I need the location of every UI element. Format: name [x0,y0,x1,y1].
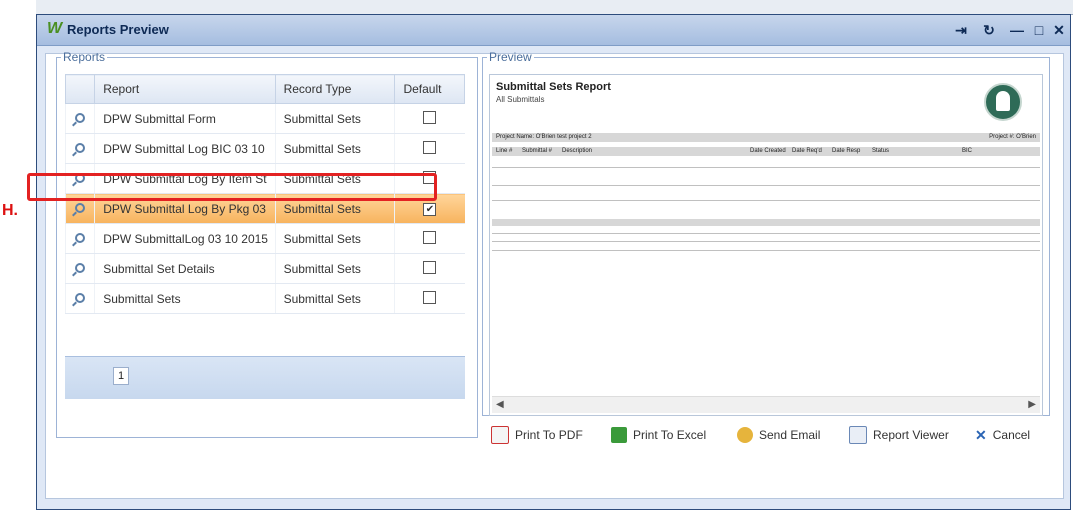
table-row[interactable]: Submittal Sets Submittal Sets [64,283,465,314]
default-checkbox[interactable] [423,260,437,274]
title-bar: W Reports Preview ⇥ ↻ — □ ✕ [37,15,1070,46]
report-name-cell: Submittal Sets [94,283,276,314]
send-email-button[interactable]: Send Email [737,423,820,447]
col-bic: BIC [962,148,973,154]
record-type-cell: Submittal Sets [274,223,395,254]
report-name-cell: DPW SubmittalLog 03 10 2015 [94,223,276,254]
report-rule [492,233,1040,234]
preview-magnifier-icon[interactable] [64,133,95,164]
reports-preview-window: W Reports Preview ⇥ ↻ — □ ✕ Reports Repo… [36,14,1071,510]
email-icon [737,427,753,443]
pin-icon[interactable]: ⇥ [952,21,970,39]
default-checkbox[interactable]: ✔ [423,203,437,216]
col-date-created: Date Created [750,148,786,154]
report-name-cell: DPW Submittal Log BIC 03 10 [94,133,276,164]
icon-column-header [64,74,96,104]
project-number-value: O'Brien [1016,134,1036,140]
pdf-icon [491,426,509,444]
record-type-cell: Submittal Sets [274,133,395,164]
project-number-label: Project #: [989,134,1015,140]
table-row[interactable]: DPW Submittal Log BIC 03 10 Submittal Set… [64,133,465,164]
agency-seal-icon [984,83,1022,121]
default-checkbox[interactable] [423,230,437,244]
preview-panel: Preview Submittal Sets Report All Submit… [482,50,1050,416]
col-date-reqd: Date Req'd [792,148,822,154]
reports-legend: Reports [63,50,106,64]
close-button[interactable]: ✕ [1050,21,1068,39]
preview-legend: Preview [489,50,532,64]
table-row[interactable]: Submittal Set Details Submittal Sets [64,253,465,284]
preview-magnifier-icon[interactable] [64,283,95,314]
print-to-pdf-button[interactable]: Print To PDF [491,423,583,447]
app-logo-icon: W [47,20,63,37]
report-rule [492,250,1040,251]
record-type-cell: Submittal Sets [274,283,395,314]
scroll-right-icon[interactable]: ▶ [1028,399,1036,410]
reports-panel: Reports Report Record Type Default DPW S… [56,50,478,438]
action-bar: Print To PDF Print To Excel Send Email R… [491,423,1060,447]
project-name-value: O'Brien test project 2 [535,134,592,140]
excel-icon [611,427,627,443]
background-window-strip [36,0,1073,15]
annotation-marker: H. [2,202,18,219]
preview-magnifier-icon[interactable] [64,103,95,134]
col-line: Line # [496,148,513,154]
project-name-label: Project Name: [496,134,535,140]
preview-magnifier-icon[interactable] [64,253,95,284]
report-rule [492,241,1040,242]
report-name-cell: Submittal Set Details [94,253,276,284]
report-viewer-label: Report Viewer [873,428,949,442]
report-name-cell: DPW Submittal Form [94,103,276,134]
record-type-cell: Submittal Sets [274,253,395,284]
cancel-label: Cancel [992,428,1031,442]
col-description: Description [562,148,593,154]
print-to-excel-label: Print To Excel [633,428,707,442]
selected-row-highlight-box [27,173,437,201]
col-status: Status [872,148,890,154]
report-group-bar [492,219,1040,226]
page-number-button[interactable]: 1 [113,367,129,385]
report-preview-page[interactable]: Submittal Sets Report All Submittals Pro… [489,74,1043,416]
column-header-default[interactable]: Default [394,74,465,104]
preview-horizontal-scrollbar[interactable]: ◀ ▶ [492,396,1040,413]
table-row[interactable]: DPW SubmittalLog 03 10 2015 Submittal Set… [64,223,465,254]
scroll-left-icon[interactable]: ◀ [496,399,504,410]
col-submittal: Submittal # [522,148,553,154]
report-subtitle: All Submittals [496,95,545,104]
report-column-headers: Line # Submittal # Description Date Crea… [492,147,1040,156]
report-rule [492,167,1040,168]
cancel-button[interactable]: ✕ Cancel [975,423,1030,447]
column-header-report[interactable]: Report [94,74,276,104]
record-type-cell: Submittal Sets [274,103,395,134]
print-to-excel-button[interactable]: Print To Excel [611,423,706,447]
report-title: Submittal Sets Report [496,81,611,93]
table-row[interactable]: DPW Submittal Form Submittal Sets [64,103,465,134]
pager: 1 [65,356,465,399]
minimize-button[interactable]: — [1008,21,1026,39]
preview-magnifier-icon[interactable] [64,223,95,254]
col-date-resp: Date Resp [832,148,861,154]
report-viewer-button[interactable]: Report Viewer [849,423,949,447]
window-title: Reports Preview [67,22,169,37]
column-header-record-type[interactable]: Record Type [274,74,396,104]
report-viewer-icon [849,426,867,444]
print-to-pdf-label: Print To PDF [515,428,583,442]
send-email-label: Send Email [759,428,821,442]
default-checkbox[interactable] [423,110,437,124]
cancel-x-icon: ✕ [975,426,987,443]
report-rule [492,185,1040,186]
refresh-icon[interactable]: ↻ [980,21,998,39]
default-checkbox[interactable] [423,140,437,154]
report-rule [492,200,1040,201]
default-checkbox[interactable] [423,290,437,304]
project-bar: Project Name: O'Brien test project 2 Pro… [492,133,1040,142]
maximize-button[interactable]: □ [1030,21,1048,39]
